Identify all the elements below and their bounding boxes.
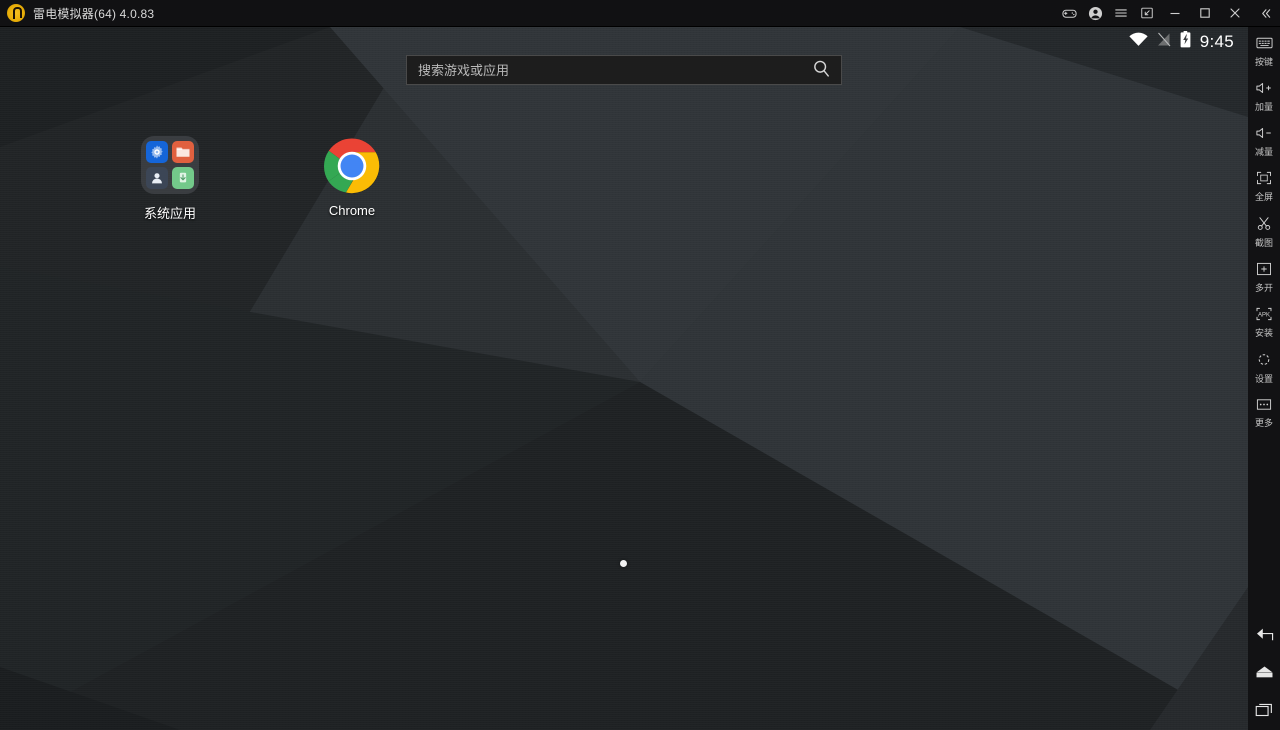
downloads-icon — [172, 167, 194, 189]
android-screen[interactable]: 9:45 搜索游戏或应用 系统应用 Chrome — [0, 27, 1248, 730]
folder-label: 系统应用 — [143, 206, 196, 221]
search-button[interactable] — [801, 56, 841, 84]
toolbar-label: 全屏 — [1254, 192, 1273, 202]
folder-system-apps[interactable]: 系统应用 — [122, 136, 218, 222]
apk-install-icon: APK — [1255, 307, 1273, 326]
recents-icon — [1255, 702, 1274, 722]
chrome-icon — [324, 138, 380, 194]
multi-instance-icon — [1256, 262, 1272, 281]
toolbar-item-volume-up[interactable]: 加量 — [1248, 72, 1280, 117]
nav-back-button[interactable] — [1248, 619, 1280, 656]
back-icon — [1255, 628, 1274, 647]
app-chrome[interactable]: Chrome — [304, 137, 400, 218]
more-icon — [1256, 398, 1272, 416]
toolbar-item-screenshot[interactable]: 截图 — [1248, 207, 1280, 253]
volume-down-icon — [1255, 126, 1273, 145]
settings-icon — [146, 141, 168, 163]
toolbar-label: 设置 — [1254, 374, 1273, 384]
ldplayer-logo-icon — [7, 4, 25, 22]
search-input[interactable] — [407, 62, 801, 78]
toolbar-item-install-apk[interactable]: APK 安装 — [1248, 298, 1280, 343]
collapse-icon[interactable] — [1250, 0, 1280, 27]
page-indicator-dot[interactable] — [620, 560, 627, 567]
search-icon — [812, 59, 831, 81]
close-icon[interactable] — [1220, 0, 1250, 27]
toolbar-item-keyboard[interactable]: 按键 — [1248, 27, 1280, 72]
wallpaper — [0, 27, 1248, 730]
gamepad-icon[interactable] — [1056, 0, 1082, 27]
nav-home-button[interactable] — [1248, 656, 1280, 693]
title-bar: 雷电模拟器(64) 4.0.83 — [0, 0, 1280, 27]
search-bar[interactable] — [406, 55, 842, 85]
emulator-toolbar: 按键 加量 减量 全屏 截图 多开 APK 安装 设置 更多 — [1248, 27, 1280, 730]
account-icon[interactable] — [1082, 0, 1108, 27]
folder-preview — [141, 136, 199, 194]
minimize-icon[interactable] — [1160, 0, 1190, 27]
nav-recents-button[interactable] — [1248, 693, 1280, 730]
volume-up-icon — [1255, 81, 1273, 100]
status-time: 9:45 — [1199, 32, 1234, 51]
status-bar: 9:45 — [1129, 27, 1248, 57]
menu-icon[interactable] — [1108, 0, 1134, 27]
maximize-icon[interactable] — [1190, 0, 1220, 27]
toolbar-label: 截图 — [1254, 238, 1273, 248]
settings-gear-icon — [1256, 352, 1272, 372]
toolbar-item-settings[interactable]: 设置 — [1248, 343, 1280, 389]
home-icon — [1255, 665, 1274, 684]
no-sim-icon — [1157, 32, 1171, 52]
app-label: Chrome — [328, 203, 376, 218]
toolbar-label: 加量 — [1254, 102, 1273, 112]
scissors-icon — [1256, 216, 1272, 236]
toolbar-item-fullscreen[interactable]: 全屏 — [1248, 162, 1280, 207]
toolbar-item-multi-instance[interactable]: 多开 — [1248, 253, 1280, 298]
toolbar-item-volume-down[interactable]: 减量 — [1248, 117, 1280, 162]
ldplayer-window: 雷电模拟器(64) 4.0.83 9:45 搜索游戏或应用 系统应用 Chrom… — [0, 0, 1280, 730]
file-manager-icon — [172, 141, 194, 163]
contacts-icon — [146, 167, 168, 189]
battery-charging-icon — [1180, 31, 1191, 53]
window-title: 雷电模拟器(64) 4.0.83 — [33, 6, 155, 21]
toolbar-item-more[interactable]: 更多 — [1248, 389, 1280, 433]
screenshot-icon[interactable] — [1134, 0, 1160, 27]
window-controls — [1056, 0, 1280, 27]
fullscreen-icon — [1256, 171, 1272, 190]
keyboard-icon — [1255, 36, 1273, 55]
toolbar-label: 减量 — [1254, 147, 1273, 157]
toolbar-label: 按键 — [1254, 57, 1273, 67]
toolbar-label: 更多 — [1254, 418, 1273, 428]
svg-text:APK: APK — [1258, 313, 1270, 319]
toolbar-label: 安装 — [1254, 328, 1273, 338]
wifi-icon — [1129, 32, 1148, 52]
toolbar-label: 多开 — [1254, 283, 1273, 293]
